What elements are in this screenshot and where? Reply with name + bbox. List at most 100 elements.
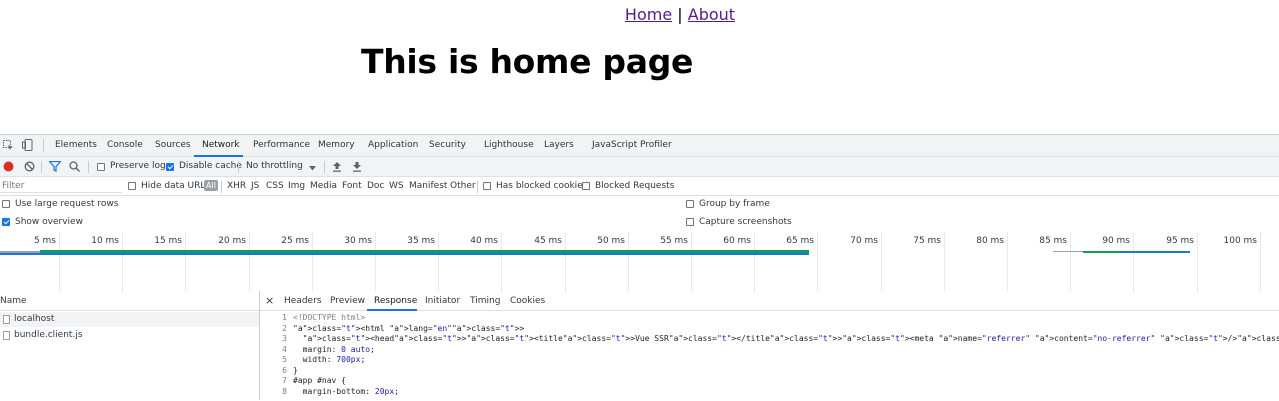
type-filter-other[interactable]: Other xyxy=(450,181,476,191)
line-number: 3 xyxy=(282,334,287,343)
record-icon[interactable] xyxy=(3,161,14,175)
line-number: 7 xyxy=(282,376,287,385)
group-by-frame-label: Group by frame xyxy=(699,199,770,209)
type-filter-font[interactable]: Font xyxy=(342,181,362,191)
column-name-header[interactable]: Name xyxy=(0,296,27,306)
timeline-gridline xyxy=(817,232,818,291)
tab-elements[interactable]: Elements xyxy=(55,140,97,150)
timeline-gridline xyxy=(1007,232,1008,291)
timeline-tick-label: 45 ms xyxy=(534,236,562,246)
blocked-requests-label: Blocked Requests xyxy=(595,181,675,191)
show-overview-checkbox[interactable] xyxy=(2,218,10,226)
tab-preview[interactable]: Preview xyxy=(330,296,365,306)
code-line: 4 margin: 0 auto; xyxy=(260,345,375,354)
network-settings: Use large request rows Show overview Gro… xyxy=(0,196,1279,233)
tab-lighthouse[interactable]: Lighthouse xyxy=(484,140,534,150)
tab-initiator[interactable]: Initiator xyxy=(425,296,460,306)
capture-screenshots-checkbox[interactable] xyxy=(686,218,694,226)
disable-cache-checkbox[interactable] xyxy=(166,163,174,171)
timeline-tick-label: 75 ms xyxy=(913,236,941,246)
request-waterfall-bar-bundle-waiting xyxy=(1053,251,1083,252)
page-heading: This is home page xyxy=(361,42,694,81)
timeline-tick-label: 100 ms xyxy=(1223,236,1258,246)
timeline-gridline xyxy=(375,232,376,291)
tab-timing[interactable]: Timing xyxy=(470,296,500,306)
request-row[interactable]: bundle.client.js xyxy=(0,328,259,343)
timeline-gridline xyxy=(249,232,250,291)
blocked-requests-checkbox[interactable] xyxy=(582,182,590,190)
device-toolbar-icon[interactable] xyxy=(22,139,34,154)
home-link[interactable]: Home xyxy=(625,5,672,24)
tab-memory[interactable]: Memory xyxy=(318,140,355,150)
request-list: Name localhost bundle.client.js xyxy=(0,291,260,400)
tab-console[interactable]: Console xyxy=(107,140,143,150)
type-filter-doc[interactable]: Doc xyxy=(367,181,384,191)
type-filter-img[interactable]: Img xyxy=(288,181,305,191)
timeline-gridline xyxy=(881,232,882,291)
type-filter-js[interactable]: JS xyxy=(251,181,259,191)
timeline-tick-label: 85 ms xyxy=(1039,236,1067,246)
export-har-icon[interactable] xyxy=(352,161,362,175)
type-filter-css[interactable]: CSS xyxy=(266,181,284,191)
timeline-gridline xyxy=(1260,232,1261,291)
timeline-tick-label: 70 ms xyxy=(850,236,878,246)
network-overview-timeline[interactable]: 5 ms 10 ms 15 ms 20 ms 25 ms 30 ms 35 ms 40 ms 4… xyxy=(0,232,1279,292)
inspect-element-icon[interactable] xyxy=(3,140,14,154)
code-line: 5 width: 700px; xyxy=(260,355,365,364)
throttling-select[interactable]: No throttling xyxy=(246,161,303,171)
preserve-log-checkbox[interactable] xyxy=(97,163,105,171)
request-waterfall-bar-download xyxy=(0,253,809,255)
capture-screenshots-label: Capture screenshots xyxy=(699,217,792,227)
tab-network[interactable]: Network xyxy=(202,140,240,150)
hide-data-urls-checkbox[interactable] xyxy=(128,182,136,190)
has-blocked-cookies-label: Has blocked cookies xyxy=(496,181,588,191)
large-rows-checkbox[interactable] xyxy=(2,200,10,208)
tab-response[interactable]: Response xyxy=(374,296,417,306)
timeline-gridline xyxy=(185,232,186,291)
request-row[interactable]: localhost xyxy=(0,312,259,327)
tab-performance[interactable]: Performance xyxy=(253,140,310,150)
nav-separator: | xyxy=(677,5,683,24)
filter-input[interactable] xyxy=(0,180,122,193)
response-source-view[interactable]: 1 <!DOCTYPE html> 2 "a">class="t"><html "a"… xyxy=(260,313,1279,400)
about-link[interactable]: About xyxy=(688,5,735,24)
import-har-icon[interactable] xyxy=(332,161,342,175)
timeline-gridline xyxy=(438,232,439,291)
timeline-tick-label: 90 ms xyxy=(1102,236,1130,246)
request-list-header: Name xyxy=(0,291,259,311)
tab-javascript-profiler[interactable]: JavaScript Profiler xyxy=(592,140,672,150)
tab-security[interactable]: Security xyxy=(429,140,466,150)
timeline-tick-label: 10 ms xyxy=(91,236,119,246)
line-number: 5 xyxy=(282,355,287,364)
active-detail-tab-indicator xyxy=(367,309,417,311)
tab-cookies[interactable]: Cookies xyxy=(510,296,545,306)
type-filter-all[interactable]: All xyxy=(204,180,218,191)
tab-application[interactable]: Application xyxy=(368,140,418,150)
clear-icon[interactable] xyxy=(24,161,35,175)
code-line: 2 "a">class="t"><html "a">lang="en""a">cl… xyxy=(260,324,524,333)
filter-icon[interactable] xyxy=(48,160,62,175)
show-overview-label: Show overview xyxy=(15,217,83,227)
large-rows-label: Use large request rows xyxy=(15,199,119,209)
line-number: 4 xyxy=(282,344,287,354)
tab-sources[interactable]: Sources xyxy=(155,140,191,150)
script-file-icon xyxy=(3,331,10,340)
code-line: 1 <!DOCTYPE html> xyxy=(260,313,365,322)
has-blocked-cookies-checkbox[interactable] xyxy=(483,182,491,190)
type-filter-media[interactable]: Media xyxy=(310,181,337,191)
tab-headers[interactable]: Headers xyxy=(284,296,321,306)
devtools-tab-bar: Elements Console Sources Network Perform… xyxy=(0,135,1279,157)
group-by-frame-checkbox[interactable] xyxy=(686,200,694,208)
type-filter-ws[interactable]: WS xyxy=(389,181,404,191)
document-icon xyxy=(3,315,10,324)
type-filter-xhr[interactable]: XHR xyxy=(227,181,246,191)
close-icon[interactable]: × xyxy=(265,294,274,307)
timeline-gridline xyxy=(691,232,692,291)
timeline-gridline xyxy=(1197,232,1198,291)
code-line: 3 "a">class="t"><head"a">class="t">>"a">… xyxy=(260,334,1279,343)
tab-layers[interactable]: Layers xyxy=(544,140,574,150)
request-name: bundle.client.js xyxy=(14,330,83,340)
request-name: localhost xyxy=(14,314,55,324)
type-filter-manifest[interactable]: Manifest xyxy=(409,181,447,191)
search-icon[interactable] xyxy=(69,161,81,175)
